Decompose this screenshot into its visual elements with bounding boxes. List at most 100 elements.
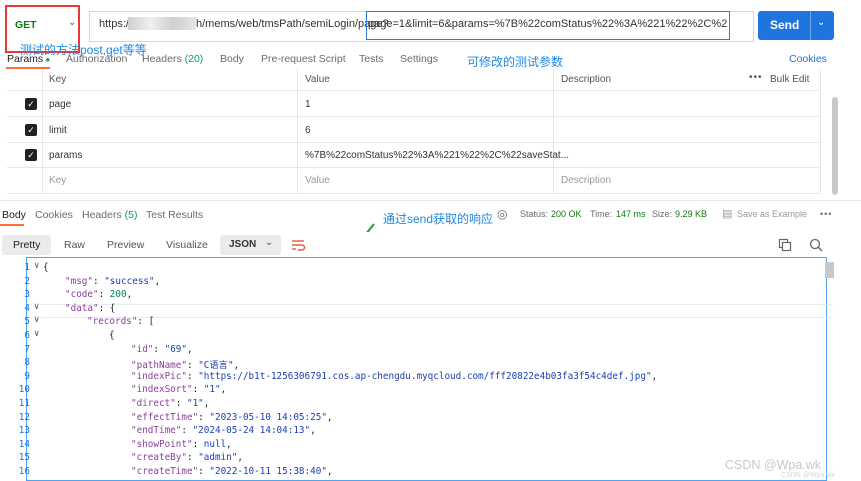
url-redacted-host xyxy=(128,17,196,30)
code-token: "indexSort" xyxy=(131,384,193,396)
response-tab-test-results[interactable]: Test Results xyxy=(146,209,203,221)
code-token: , xyxy=(326,411,333,423)
line-number: 16 xyxy=(18,466,30,477)
code-token: : xyxy=(175,398,187,409)
code-token: : xyxy=(153,343,165,355)
line-number: 9 xyxy=(24,370,30,382)
code-token: , xyxy=(237,452,243,464)
cookies-link[interactable]: Cookies xyxy=(789,53,827,65)
code-token: "effectTime" xyxy=(131,411,199,423)
view-pretty[interactable]: Pretty xyxy=(2,235,52,255)
column-divider xyxy=(820,69,821,194)
row-divider xyxy=(7,142,819,143)
new-value-placeholder[interactable]: Value xyxy=(305,175,330,186)
save-icon[interactable]: ▤ xyxy=(722,207,732,220)
code-token: "success" xyxy=(104,275,155,287)
tab-headers[interactable]: Headers (20) xyxy=(142,53,203,65)
code-token: "1" xyxy=(186,398,204,409)
time-value[interactable]: 147 ms xyxy=(616,209,646,219)
text-wrap-icon[interactable] xyxy=(286,235,310,255)
code-token: , xyxy=(226,438,232,450)
line-number: 3 xyxy=(24,289,30,301)
globe-icon[interactable]: ◎ xyxy=(497,207,507,221)
column-header-key: Key xyxy=(49,74,67,85)
code-token: , xyxy=(203,398,210,409)
line-number: 11 xyxy=(18,398,30,409)
more-horizontal-icon[interactable]: ••• xyxy=(749,72,763,83)
bulk-edit-button[interactable]: Bulk Edit xyxy=(770,74,809,85)
tab-pre-request-script[interactable]: Pre-request Script xyxy=(261,53,346,65)
code-token: : xyxy=(98,289,110,301)
active-response-tab-indicator xyxy=(0,224,24,226)
new-description-placeholder[interactable]: Description xyxy=(561,175,611,186)
code-token: "2022-10-11 15:38:40" xyxy=(209,466,327,477)
code-token: : xyxy=(93,275,105,287)
param-checkbox-limit[interactable]: ✓ xyxy=(25,124,37,136)
param-checkbox-page[interactable]: ✓ xyxy=(25,98,37,110)
chevron-down-icon[interactable]: ⌄ xyxy=(817,17,825,28)
send-button[interactable]: Send ⌄ xyxy=(758,11,834,40)
code-token: "direct" xyxy=(131,398,176,409)
param-value[interactable]: 1 xyxy=(305,99,311,110)
fold-chevron-icon[interactable]: ∨ xyxy=(34,262,39,271)
tab-authorization[interactable]: Authorization xyxy=(66,53,127,65)
response-tab-body[interactable]: Body xyxy=(2,209,26,221)
code-line: "endTime": "2024-05-24 14:04:13", xyxy=(131,425,316,436)
code-token: , xyxy=(651,370,658,382)
view-raw[interactable]: Raw xyxy=(64,235,85,255)
response-code-editor[interactable]: 1 ∨ {2 "msg": "success", 3 "code": 200, 4 ∨ "dat… xyxy=(0,262,825,481)
response-tab-headers[interactable]: Headers (5) xyxy=(82,209,137,221)
params-annotation: 可修改的测试参数 xyxy=(467,55,564,69)
code-token: { xyxy=(109,302,116,314)
code-scrollbar[interactable] xyxy=(825,262,834,278)
param-key[interactable]: params xyxy=(49,150,82,161)
code-token: , xyxy=(220,384,227,396)
language-select[interactable]: JSON ⌄ xyxy=(220,235,281,255)
column-header-description: Description xyxy=(561,74,612,85)
param-key[interactable]: page xyxy=(49,99,71,110)
view-preview[interactable]: Preview xyxy=(107,235,144,255)
response-tab-cookies[interactable]: Cookies xyxy=(35,209,73,221)
fold-chevron-icon[interactable]: ∨ xyxy=(34,329,39,339)
code-token: "createTime" xyxy=(131,466,199,477)
copy-icon[interactable] xyxy=(778,238,792,252)
tab-body[interactable]: Body xyxy=(220,53,244,65)
tab-settings[interactable]: Settings xyxy=(400,53,438,65)
param-value[interactable]: 6 xyxy=(305,125,311,136)
tab-tests[interactable]: Tests xyxy=(359,53,384,65)
code-token: : xyxy=(186,360,199,372)
method-select[interactable]: GET xyxy=(15,19,37,31)
view-visualize[interactable]: Visualize xyxy=(166,235,208,255)
code-line: "showPoint": null, xyxy=(131,439,232,450)
size-value[interactable]: 9.29 KB xyxy=(675,209,707,219)
code-token: "2024-05-24 14:04:13" xyxy=(192,425,311,437)
search-icon[interactable] xyxy=(809,238,823,252)
param-checkbox-params[interactable]: ✓ xyxy=(25,149,37,161)
url-path: h/mems/web/tmsPath/semiLogin/page? xyxy=(196,18,389,30)
code-token: : xyxy=(186,452,199,464)
code-token: "endTime" xyxy=(131,425,182,437)
code-token: : xyxy=(192,438,204,450)
status-value[interactable]: 200 OK xyxy=(551,209,582,219)
url-query[interactable]: page=1&limit=6&params=%7B%22comStatus%22… xyxy=(368,18,728,30)
tab-params[interactable]: Params ● xyxy=(7,53,50,65)
time-label: Time: xyxy=(590,209,613,219)
line-number: 14 xyxy=(18,438,30,450)
column-header-value: Value xyxy=(305,74,330,85)
code-token: "records" xyxy=(87,316,138,328)
more-horizontal-icon[interactable]: ••• xyxy=(820,209,832,219)
line-number: 4 xyxy=(24,302,30,314)
new-key-placeholder[interactable]: Key xyxy=(49,175,66,186)
code-line: "records": [ xyxy=(87,316,154,327)
save-as-example-button[interactable]: Save as Example xyxy=(737,209,807,219)
param-value[interactable]: %7B%22comStatus%22%3A%221%22%2C%22saveSt… xyxy=(305,150,569,161)
fold-chevron-icon[interactable]: ∨ xyxy=(34,315,39,325)
fold-chevron-icon[interactable]: ∨ xyxy=(34,302,39,312)
line-number: 7 xyxy=(24,343,30,355)
params-scrollbar[interactable] xyxy=(832,97,838,195)
code-line: { xyxy=(43,262,49,273)
line-number: 1 xyxy=(24,262,30,273)
chevron-down-icon[interactable]: ⌄ xyxy=(68,17,76,28)
param-key[interactable]: limit xyxy=(49,125,67,136)
code-token: "69" xyxy=(164,343,187,355)
